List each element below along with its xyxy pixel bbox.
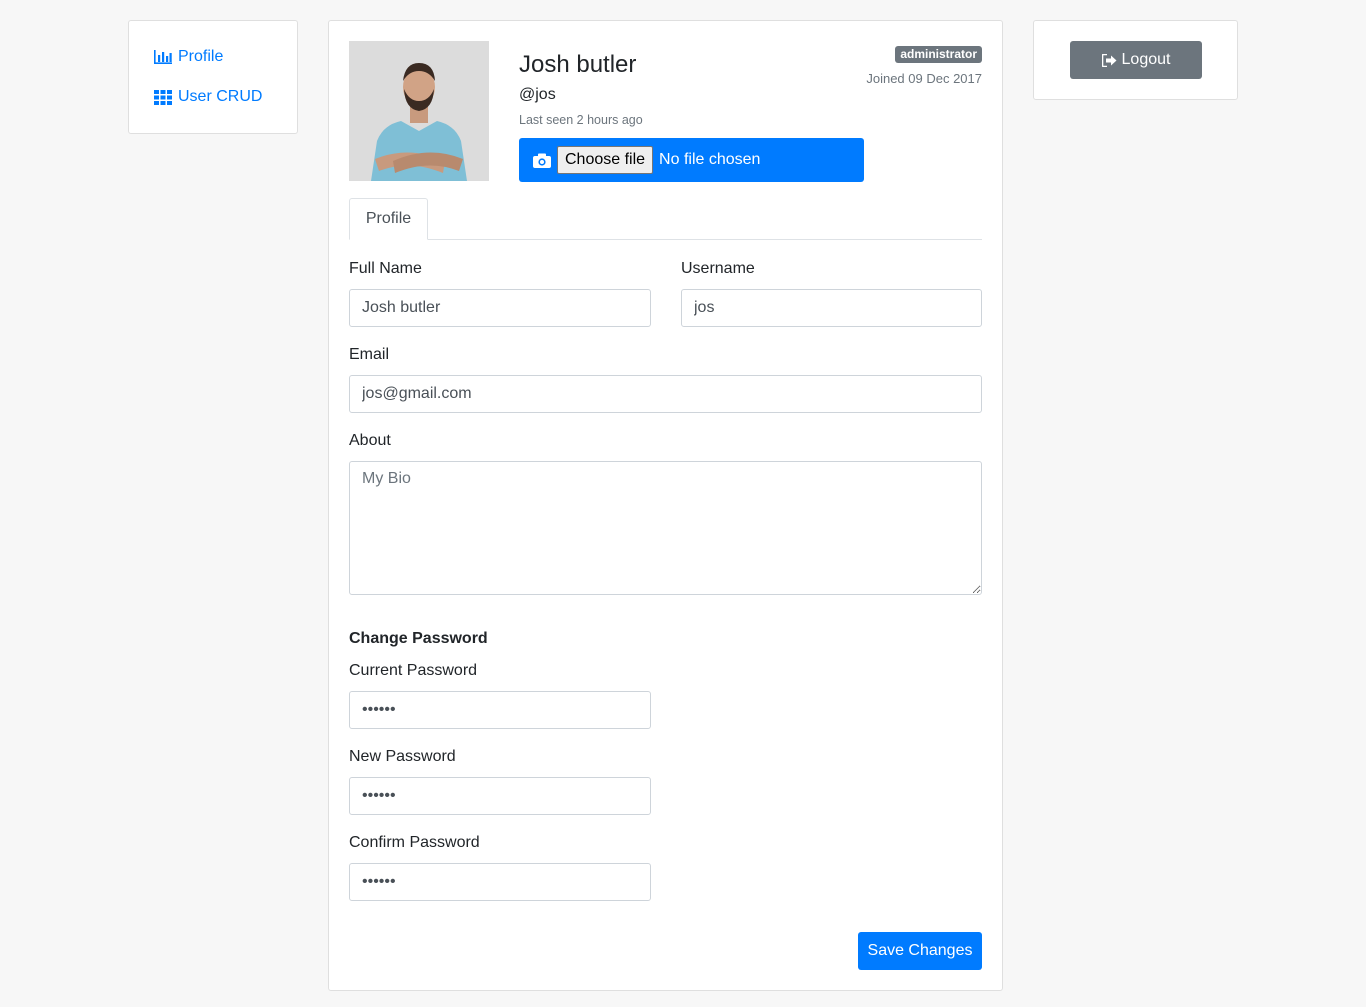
joined-date: Joined 09 Dec 2017 (866, 71, 982, 86)
change-password-heading: Change Password (349, 630, 488, 647)
last-seen-text: Last seen 2 hours ago (519, 113, 643, 127)
avatar (349, 41, 489, 181)
grid-icon (154, 89, 172, 105)
sign-out-icon (1101, 53, 1117, 67)
save-changes-button[interactable]: Save Changes (858, 932, 982, 970)
current-password-label: Current Password (349, 662, 478, 679)
nav-item-profile[interactable]: Profile (154, 48, 223, 66)
role-badge: administrator (895, 46, 982, 63)
confirm-password-input[interactable] (349, 863, 651, 901)
person-photo (349, 41, 489, 181)
nav-item-label: User CRUD (178, 88, 263, 105)
file-status-text: No file chosen (659, 151, 761, 168)
new-password-input[interactable] (349, 777, 651, 815)
tab-profile[interactable]: Profile (349, 198, 428, 240)
confirm-password-label: Confirm Password (349, 834, 480, 851)
choose-file-button[interactable]: Choose file (557, 146, 654, 174)
profile-tabs: Profile (349, 198, 982, 240)
logout-card: Logout (1033, 20, 1238, 100)
avatar-upload: Choose file No file chosen (519, 138, 864, 182)
nav-item-label: Profile (178, 48, 224, 65)
logout-label: Logout (1121, 51, 1171, 68)
user-full-name: Josh butler (519, 51, 637, 78)
username-label: Username (681, 260, 755, 277)
full-name-input[interactable] (349, 289, 651, 327)
current-password-input[interactable] (349, 691, 651, 729)
bio-textarea[interactable] (349, 461, 982, 595)
email-label: Email (349, 346, 390, 363)
user-handle: @jos (519, 86, 556, 103)
nav-item-user-crud[interactable]: User CRUD (154, 88, 262, 106)
new-password-label: New Password (349, 748, 456, 765)
logout-button[interactable]: Logout (1070, 41, 1202, 79)
full-name-label: Full Name (349, 260, 422, 277)
about-label: About (349, 432, 391, 449)
camera-icon (533, 153, 551, 168)
profile-card: Josh butler @jos Last seen 2 hours ago C… (328, 20, 1003, 991)
sidebar-nav: Profile User CRUD (128, 20, 298, 134)
bar-chart-icon (154, 50, 172, 64)
email-input[interactable] (349, 375, 982, 413)
username-input[interactable] (681, 289, 982, 327)
